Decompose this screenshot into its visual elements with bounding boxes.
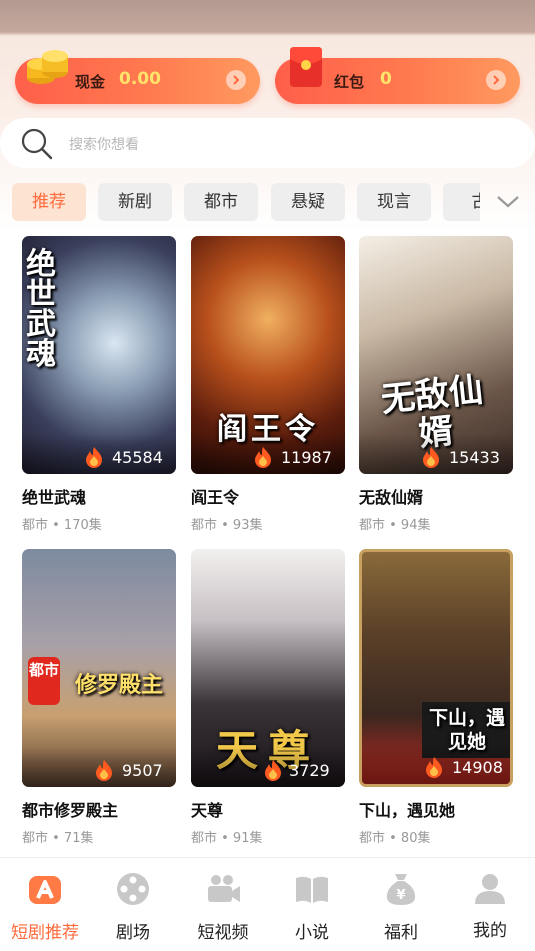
drama-title[interactable]: 都市修罗殿主 [22,797,118,821]
video-camera-icon [208,875,240,902]
nav-item-profile[interactable]: 我的 [445,866,535,948]
user-icon [475,874,505,904]
view-count: 14908 [452,758,503,777]
fire-icon [255,447,271,468]
drama-poster[interactable]: 无敌仙婿 15433 [359,236,513,474]
view-count: 9507 [122,761,163,780]
fire-icon [265,760,281,781]
cash-value: 0.00 [119,69,161,89]
nav-label: 短视频 [197,923,249,943]
nav-label: 福利 [384,923,418,943]
drama-poster[interactable]: 天尊 3729 [191,549,345,787]
search-bar[interactable]: 搜索你想看 [0,118,535,168]
redpack-wallet-button[interactable]: 红包 0 [275,47,520,104]
drama-card[interactable]: 天尊 3729 天尊 都市 • 91集 [191,549,345,846]
tab-urban[interactable]: 都市 [184,183,258,221]
drama-card[interactable]: 阎王令 11987 阎王令 都市 • 93集 [191,236,345,533]
view-count: 11987 [281,448,332,467]
search-icon [21,128,53,160]
poster-title-text: 绝世武魂 [26,247,56,372]
view-count: 45584 [112,448,163,467]
svg-text:¥: ¥ [396,888,405,903]
fire-icon [86,447,102,468]
redpack-label: 红包 [334,73,365,91]
nav-item-welfare[interactable]: ¥ 福利 [356,866,446,948]
tab-romance[interactable]: 现言 [357,183,431,221]
genre-badge: 都市 [28,657,60,705]
drama-meta: 都市 • 71集 [22,831,94,846]
tab-new[interactable]: 新剧 [98,183,172,221]
drama-poster[interactable]: 都市 修罗殿主 9507 [22,549,176,787]
poster-title-text: 修罗殿主 [74,672,163,698]
drama-card[interactable]: 都市 修罗殿主 9507 都市修罗殿主 都市 • 71集 [22,549,176,846]
drama-meta: 都市 • 170集 [22,518,102,533]
nav-item-novel[interactable]: 小说 [267,866,357,948]
nav-item-drama[interactable]: 短剧推荐 [0,866,90,948]
fire-icon [96,760,112,781]
drama-card[interactable]: 绝世武魂 45584 绝世武魂 都市 • 170集 [22,236,176,533]
nav-item-short-video[interactable]: 短视频 [178,866,268,948]
redpack-value: 0 [380,69,392,89]
fire-icon [423,447,439,468]
nav-item-theater[interactable]: 剧场 [88,866,178,948]
gold-coins-icon [27,50,68,84]
drama-meta: 都市 • 93集 [191,518,263,533]
cash-label: 现金 [75,73,106,91]
status-bar [0,0,535,36]
drama-title[interactable]: 绝世武魂 [22,484,86,508]
tab-recommend[interactable]: 推荐 [12,183,86,221]
drama-poster[interactable]: 阎王令 11987 [191,236,345,474]
chevron-right-icon [226,70,246,90]
drama-meta: 都市 • 80集 [359,831,431,846]
bottom-nav: 短剧推荐 剧场 短视频 小说 ¥ 福利 我的 [0,857,535,951]
money-bag-icon: ¥ [386,874,416,905]
drama-title[interactable]: 天尊 [191,797,223,821]
red-envelope-icon [290,47,322,87]
drama-poster[interactable]: 绝世武魂 45584 [22,236,176,474]
drama-title[interactable]: 阎王令 [191,484,239,508]
nav-label: 我的 [473,921,507,941]
tab-ancient[interactable]: 古 [443,183,480,221]
view-count: 15433 [449,448,500,467]
fire-icon [426,757,442,778]
category-tabs: 推荐 新剧 都市 悬疑 现言 古 [12,183,480,221]
drama-poster[interactable]: 下山，遇见她 14908 [359,549,513,787]
book-icon [296,876,328,903]
view-count: 3729 [289,761,330,780]
chevron-down-icon[interactable] [494,188,522,216]
drama-meta: 都市 • 91集 [191,831,263,846]
drama-title[interactable]: 无敌仙婿 [359,484,423,508]
nav-label: 短剧推荐 [11,923,79,943]
drama-title[interactable]: 下山，遇见她 [359,797,455,821]
nav-label: 小说 [295,923,329,943]
tab-mystery[interactable]: 悬疑 [271,183,345,221]
drama-card[interactable]: 下山，遇见她 14908 下山，遇见她 都市 • 80集 [359,549,513,846]
nav-label: 剧场 [116,923,150,943]
drama-icon [29,876,61,904]
search-placeholder: 搜索你想看 [69,137,139,153]
drama-card[interactable]: 无敌仙婿 15433 无敌仙婿 都市 • 94集 [359,236,513,533]
chevron-right-icon [486,70,506,90]
cash-wallet-button[interactable]: 现金 0.00 [15,50,260,104]
theater-icon [117,873,149,905]
drama-meta: 都市 • 94集 [359,518,431,533]
